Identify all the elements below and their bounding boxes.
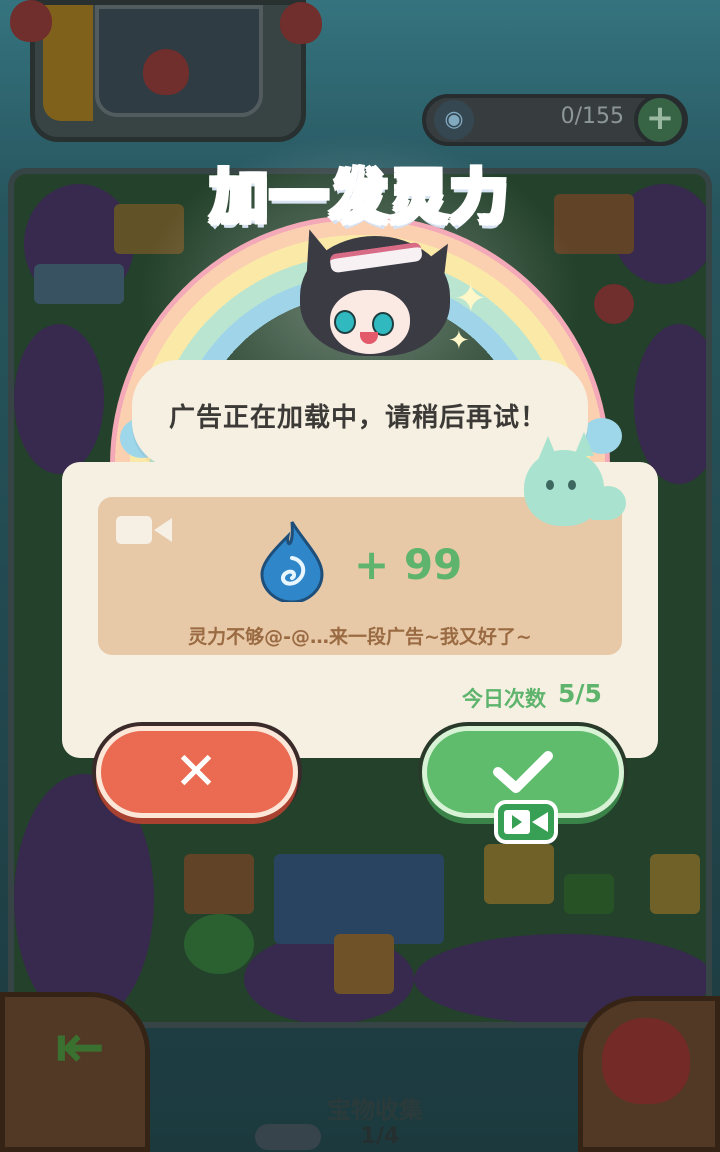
ghost-tail	[590, 486, 626, 520]
sparkle-icon: ✦	[454, 276, 488, 322]
daily-count-value: 5/5	[558, 679, 602, 708]
popup-title: 加一发灵力	[208, 162, 510, 233]
message-text: 广告正在加载中，请稍后再试！	[168, 403, 547, 433]
video-icon	[494, 800, 558, 844]
cat-eye	[334, 310, 356, 334]
check-icon	[493, 751, 553, 793]
reward-description: 灵力不够@-@…来一段广告~我又好了~	[188, 626, 532, 648]
ghost-eye	[546, 480, 554, 490]
daily-count-label: 今日次数	[462, 687, 546, 711]
close-icon: ✕	[174, 742, 218, 802]
reward-amount: + 99	[354, 540, 463, 589]
spirit-drop-icon	[260, 521, 324, 602]
video-icon	[116, 516, 172, 544]
ghost-eye	[568, 480, 576, 490]
sparkle-icon: ✦	[448, 326, 470, 356]
